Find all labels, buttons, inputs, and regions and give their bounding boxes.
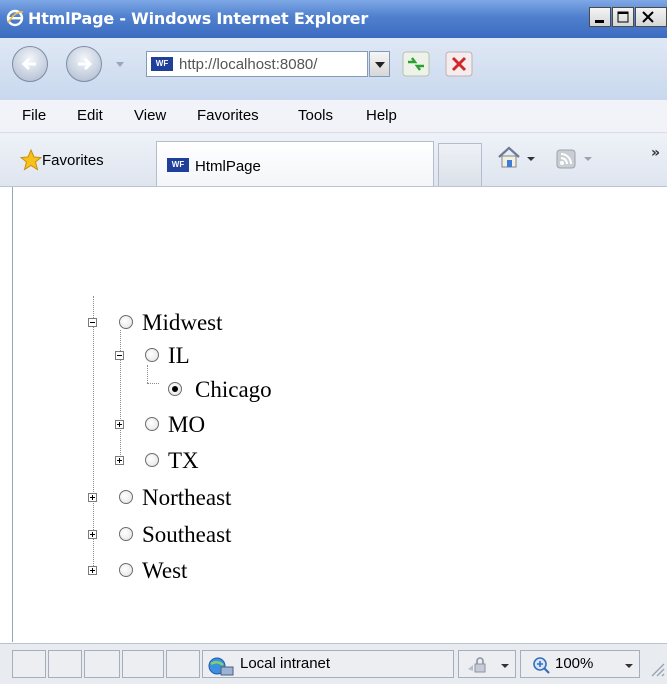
maximize-icon: [617, 11, 629, 23]
tree-label-northeast[interactable]: Northeast: [142, 485, 231, 511]
title-bar: HtmlPage - Windows Internet Explorer: [0, 0, 667, 38]
tree-radio-west[interactable]: [119, 563, 133, 577]
tree-radio-southeast[interactable]: [119, 527, 133, 541]
tree-radio-mo[interactable]: [145, 417, 159, 431]
collapse-toggle[interactable]: [115, 351, 124, 360]
tree-label-west[interactable]: West: [142, 558, 187, 584]
collapse-toggle[interactable]: [88, 318, 97, 327]
minimize-button[interactable]: [589, 7, 611, 27]
close-icon: [642, 11, 654, 23]
forward-arrow-icon: [78, 57, 93, 71]
forward-button[interactable]: [66, 46, 102, 82]
expand-toggle[interactable]: [88, 530, 97, 539]
menu-tools[interactable]: Tools: [298, 107, 333, 124]
resize-grip-icon[interactable]: [650, 662, 666, 678]
menu-edit[interactable]: Edit: [77, 107, 103, 124]
status-bar: Local intranet 100%: [0, 643, 667, 684]
menu-bar: File Edit View Favorites Tools Help: [0, 100, 667, 133]
zoom-level: 100%: [555, 655, 594, 672]
status-panel: [166, 650, 200, 678]
recent-pages-dropdown[interactable]: [116, 62, 124, 67]
address-url[interactable]: http://localhost:8080/: [179, 56, 317, 73]
tree-label-il[interactable]: IL: [168, 343, 190, 369]
new-tab-button[interactable]: [438, 143, 482, 186]
close-button[interactable]: [635, 7, 667, 27]
favorites-star-icon[interactable]: [20, 149, 42, 171]
address-dropdown-button[interactable]: [369, 51, 390, 77]
menu-help[interactable]: Help: [366, 107, 397, 124]
back-arrow-icon: [21, 57, 36, 71]
navigation-toolbar: WF http://localhost:8080/: [0, 38, 667, 100]
expand-toggle[interactable]: [115, 420, 124, 429]
protected-mode-dropdown-icon[interactable]: [501, 664, 509, 668]
tree-label-chicago[interactable]: Chicago: [195, 377, 272, 403]
home-icon[interactable]: [496, 145, 522, 169]
site-favicon-icon: WF: [151, 57, 173, 71]
favorites-bar: Favorites WF HtmlPage »: [0, 133, 667, 187]
status-panel: [48, 650, 82, 678]
menu-favorites[interactable]: Favorites: [197, 107, 259, 124]
address-bar[interactable]: WF http://localhost:8080/: [146, 51, 368, 77]
more-commands-chevron[interactable]: »: [651, 145, 660, 161]
tree-label-mo[interactable]: MO: [168, 412, 205, 438]
local-intranet-icon: [208, 657, 234, 676]
tree-label-southeast[interactable]: Southeast: [142, 522, 231, 548]
ie-logo-icon: [6, 9, 24, 27]
expand-toggle[interactable]: [88, 566, 97, 575]
tree-radio-midwest[interactable]: [119, 315, 133, 329]
zone-label: Local intranet: [240, 655, 331, 672]
back-button[interactable]: [12, 46, 48, 82]
tree-radio-tx[interactable]: [145, 453, 159, 467]
tree-connector: [147, 365, 148, 383]
feeds-dropdown-icon[interactable]: [584, 157, 592, 161]
maximize-button[interactable]: [612, 7, 634, 27]
zoom-icon: [533, 657, 550, 674]
lock-icon: [468, 657, 486, 673]
tree-connector: [120, 330, 121, 463]
status-panel: [122, 650, 164, 678]
tab-favicon-icon: WF: [167, 158, 189, 172]
refresh-icon[interactable]: [402, 51, 430, 77]
home-dropdown-icon[interactable]: [527, 157, 535, 161]
zoom-dropdown-icon[interactable]: [625, 664, 633, 668]
favorites-button[interactable]: Favorites: [42, 152, 104, 169]
tree-radio-chicago[interactable]: [168, 382, 182, 396]
status-panel: [84, 650, 120, 678]
page-content: Midwest IL Chicago MO TX Northeast South…: [12, 187, 667, 642]
expand-toggle[interactable]: [88, 493, 97, 502]
tree-radio-northeast[interactable]: [119, 490, 133, 504]
feeds-icon[interactable]: [556, 149, 576, 169]
tree-radio-il[interactable]: [145, 348, 159, 362]
window-title: HtmlPage - Windows Internet Explorer: [28, 9, 369, 28]
tab-htmlpage[interactable]: WF HtmlPage: [156, 141, 434, 186]
minimize-icon: [595, 20, 604, 23]
menu-file[interactable]: File: [22, 107, 46, 124]
tab-label: HtmlPage: [195, 158, 261, 175]
stop-icon[interactable]: [445, 51, 473, 77]
tree-label-midwest[interactable]: Midwest: [142, 310, 223, 336]
status-panel: [12, 650, 46, 678]
expand-toggle[interactable]: [115, 456, 124, 465]
tree-label-tx[interactable]: TX: [168, 448, 199, 474]
menu-view[interactable]: View: [134, 107, 166, 124]
tree-connector: [147, 383, 159, 384]
